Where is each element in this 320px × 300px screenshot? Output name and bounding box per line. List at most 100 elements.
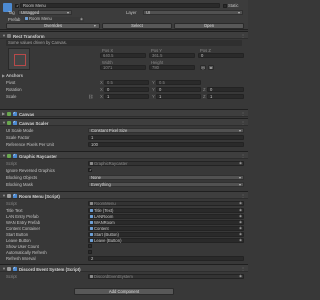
canvas-scaler-icon <box>7 120 11 125</box>
open-button[interactable]: Open <box>174 23 244 29</box>
rot-y-field[interactable]: 0 <box>156 86 201 92</box>
room-menu-header[interactable]: ▼ Room Menu (Script) ⋮ <box>0 191 248 199</box>
leave-button-value: Leave (Button) <box>94 237 122 243</box>
lan-prefab-value: LANRoom <box>94 213 114 219</box>
ignore-reversed-checkbox[interactable] <box>88 167 92 172</box>
wan-prefab-value: WANRoom <box>94 219 115 225</box>
content-container-field[interactable]: Content <box>88 225 244 231</box>
discord-event-system-header[interactable]: ▼ Discord Event System (Script) ⋮ <box>0 264 248 272</box>
driven-note: Some values driven by Canvas. <box>6 40 242 46</box>
blocking-objects-label: Blocking Objects <box>6 175 38 180</box>
anchors-fold-icon[interactable]: ▶ <box>2 73 5 78</box>
canvas-scaler-enabled-checkbox[interactable] <box>12 120 17 125</box>
scale-x-field[interactable]: 1 <box>104 93 149 99</box>
pos-x-field[interactable]: 640.5 <box>100 53 146 58</box>
ref-ppu-label: Reference Pixels Per Unit <box>6 142 54 147</box>
prefab-asset-icon <box>25 17 28 21</box>
graphic-raycaster-enabled-checkbox[interactable] <box>12 153 17 158</box>
scale-link-icon[interactable]: ⛓ <box>88 94 93 100</box>
anchor-preset-widget[interactable] <box>8 48 30 70</box>
rot-x-field[interactable]: 0 <box>104 86 149 92</box>
title-text-field[interactable]: Title (Text) <box>88 207 244 213</box>
component-menu-icon[interactable]: ⋮ <box>241 111 245 116</box>
pos-y-field[interactable]: 361.5 <box>149 53 195 58</box>
overrides-button[interactable]: Overrides ▾ <box>6 23 100 29</box>
pivot-x-field[interactable]: 0.5 <box>104 79 149 85</box>
refresh-interval-field[interactable]: 2 <box>88 255 244 261</box>
prefab-label: Prefab <box>8 17 21 22</box>
blocking-mask-dropdown[interactable]: Everything <box>88 181 244 187</box>
add-component-button[interactable]: Add Component <box>74 288 174 295</box>
lan-prefab-label: LAN Entry Prefab <box>6 214 39 219</box>
graphic-raycaster-icon <box>7 153 11 158</box>
show-user-count-checkbox[interactable] <box>88 243 92 248</box>
rect-transform-ref-icon <box>90 227 93 231</box>
static-toggle[interactable]: Static <box>223 3 245 8</box>
width-field[interactable]: 1071 <box>100 65 146 70</box>
scale-factor-field[interactable]: 1 <box>88 134 244 140</box>
blueprint-mode-button[interactable]: ▢ <box>200 65 206 70</box>
layer-label: Layer <box>126 10 137 15</box>
wan-prefab-field[interactable]: WANRoom <box>88 219 244 225</box>
fold-arrow-icon[interactable]: ▼ <box>2 33 6 38</box>
static-label: Static <box>228 3 239 9</box>
fold-arrow-icon[interactable]: ▶ <box>2 111 5 116</box>
prefab-icon <box>90 215 93 219</box>
rect-transform-title: Rect Transform <box>13 33 45 39</box>
tag-dropdown[interactable]: Untagged <box>18 9 72 15</box>
layer-dropdown[interactable]: UI <box>143 9 243 15</box>
active-checkbox[interactable] <box>15 3 19 8</box>
room-menu-script-label: Script <box>6 201 17 206</box>
canvas-header[interactable]: ▶ Canvas ⋮ <box>0 109 248 117</box>
graphic-raycaster-header[interactable]: ▼ Graphic Raycaster ⋮ <box>0 151 248 159</box>
rect-transform-icon <box>7 33 11 38</box>
canvas-scaler-header[interactable]: ▼ Canvas Scaler ⋮ <box>0 118 248 126</box>
scale-label: Scale <box>6 94 17 99</box>
discord-event-system-enabled-checkbox[interactable] <box>12 266 17 271</box>
start-button-field[interactable]: Start (Button) <box>88 231 244 237</box>
rot-z-field[interactable]: 0 <box>207 86 244 92</box>
scale-y-field[interactable]: 1 <box>156 93 201 99</box>
rotation-label: Rotation <box>6 87 22 92</box>
select-button[interactable]: Select <box>102 23 172 29</box>
fold-arrow-icon[interactable]: ▼ <box>2 153 6 158</box>
fold-arrow-icon[interactable]: ▼ <box>2 266 6 271</box>
ignore-reversed-label: Ignore Reversed Graphics <box>6 168 55 173</box>
pivot-y-field[interactable]: 0.5 <box>156 79 201 85</box>
ref-ppu-field[interactable]: 100 <box>88 141 244 147</box>
title-text-value: Title (Text) <box>94 207 114 213</box>
prefab-asset-field[interactable]: Room Menu <box>24 15 84 22</box>
component-menu-icon[interactable]: ⋮ <box>241 120 245 125</box>
component-menu-icon[interactable]: ⋮ <box>241 193 245 198</box>
rot-x-axis: X <box>100 87 103 92</box>
raycaster-script-name: GraphicRaycaster <box>94 160 128 166</box>
component-menu-icon[interactable]: ⋮ <box>241 153 245 158</box>
auto-refresh-checkbox[interactable] <box>88 249 92 254</box>
leave-button-field[interactable]: Leave (Button) <box>88 237 244 243</box>
static-checkbox[interactable] <box>223 3 227 8</box>
rect-transform-header[interactable]: ▼ Rect Transform ⋮ <box>0 31 248 39</box>
content-container-value: Content <box>94 225 109 231</box>
fold-arrow-icon[interactable]: ▼ <box>2 193 6 198</box>
room-menu-enabled-checkbox[interactable] <box>12 193 17 198</box>
script-icon <box>7 193 11 198</box>
component-menu-icon[interactable]: ⋮ <box>241 266 245 271</box>
ui-scale-mode-dropdown[interactable]: Constant Pixel Size <box>88 127 244 133</box>
button-component-icon <box>90 233 93 237</box>
raw-edit-button[interactable]: R <box>208 65 214 70</box>
object-name-field[interactable]: Room Menu <box>20 3 220 8</box>
fold-arrow-icon[interactable]: ▼ <box>2 120 6 125</box>
ui-scale-mode-label: UI Scale Mode <box>6 128 34 133</box>
blocking-objects-dropdown[interactable]: None <box>88 174 244 180</box>
text-component-icon <box>90 209 93 213</box>
rot-z-axis: Z <box>203 87 206 92</box>
prefab-asset-name: Room Menu <box>29 15 52 21</box>
canvas-enabled-checkbox[interactable] <box>12 111 17 116</box>
component-menu-icon[interactable]: ⋮ <box>241 33 245 38</box>
lan-prefab-field[interactable]: LANRoom <box>88 213 244 219</box>
height-field[interactable]: 780 <box>149 65 195 70</box>
show-user-count-label: Show User Count <box>6 244 39 249</box>
pos-z-field[interactable]: 0 <box>198 53 244 58</box>
canvas-scaler-title: Canvas Scaler <box>19 120 49 126</box>
scale-z-field[interactable]: 1 <box>207 93 244 99</box>
